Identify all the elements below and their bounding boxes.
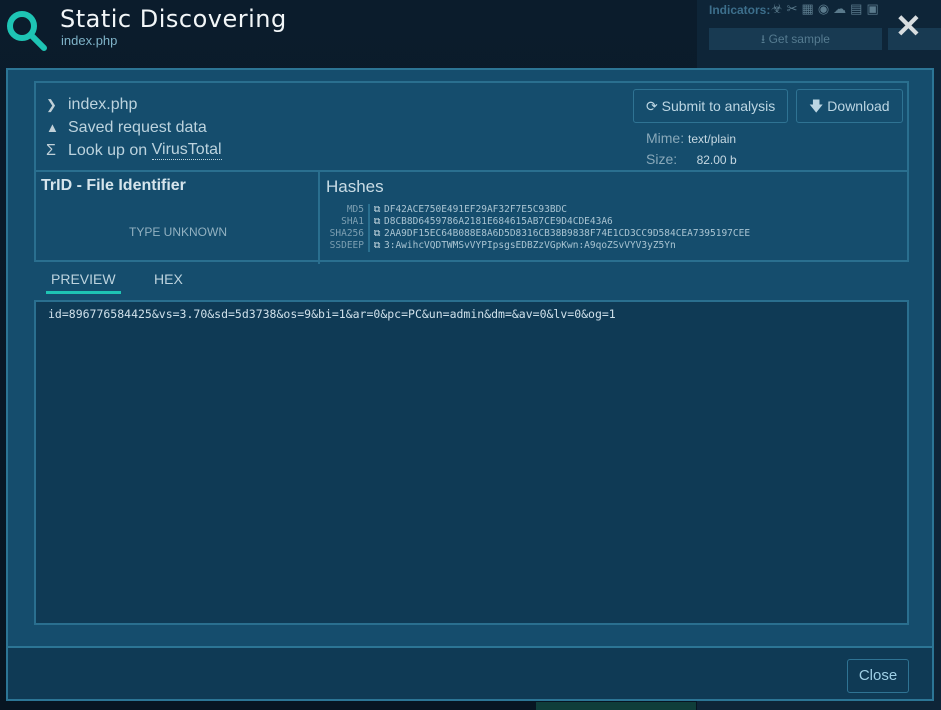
hash-row: SSDEEP ⧉ 3:AwihcVQDTWMSvVYPIpsgsEDBZzVGpKw… xyxy=(320,240,750,252)
mime-value: text/plain xyxy=(688,132,737,146)
chevron-right-icon: ❯ xyxy=(46,96,57,112)
close-icon[interactable]: ✕ xyxy=(895,10,922,42)
hash-value: D8CB8D6459786A2181E684615AB7CE9D4CDE43A6 xyxy=(384,216,613,227)
submit-label: Submit to analysis xyxy=(661,98,776,114)
download-label: Download xyxy=(827,98,890,114)
hash-value: 2AA9DF15EC64B088E8A6D5D8316CB38B9838F74E… xyxy=(384,228,751,239)
mime-label: Mime: xyxy=(646,130,685,146)
hashes-title: Hashes xyxy=(326,177,384,196)
close-button[interactable]: Close xyxy=(847,659,909,693)
trid-title: TrID - File Identifier xyxy=(41,177,186,194)
virustotal-link[interactable]: VirusTotal xyxy=(151,141,222,160)
indicator-icons: ☣✂▦◉☁▤▣ xyxy=(771,1,883,16)
file-modal: ❯ index.php ▲ Saved request data Σ Look up … xyxy=(6,68,934,701)
file-info-panel: ❯ index.php ▲ Saved request data Σ Look up … xyxy=(34,81,909,264)
hash-row: MD5 ⧉ DF42ACE750E491EF29AF32F7E5C93BDC xyxy=(320,204,750,216)
trid-section: TrID - File Identifier TYPE UNKNOWN xyxy=(36,172,320,264)
size-label: Size: xyxy=(646,151,678,167)
copy-icon[interactable]: ⧉ xyxy=(370,228,384,240)
hash-key: SHA1 xyxy=(320,216,370,228)
file-name: index.php xyxy=(68,95,138,113)
get-sample-label: Get sample xyxy=(768,32,830,46)
background-strip xyxy=(536,702,696,710)
tab-hex[interactable]: HEX xyxy=(154,271,183,287)
get-sample-button[interactable]: ⭳ Get sample xyxy=(709,28,882,50)
warning-icon: ▲ xyxy=(46,120,59,135)
lookup-row: Σ Look up on VirusTotal xyxy=(46,139,222,162)
page-subtitle: index.php xyxy=(61,33,118,48)
copy-icon[interactable]: ⧉ xyxy=(370,240,384,252)
sigma-icon: Σ xyxy=(46,141,56,159)
copy-icon[interactable]: ⧉ xyxy=(370,216,384,228)
refresh-icon: ⟳ xyxy=(646,98,658,114)
hash-key: MD5 xyxy=(320,204,370,216)
indicators-label: Indicators: xyxy=(709,3,771,17)
hash-key: SHA256 xyxy=(320,228,370,240)
download-button[interactable]: 🡇 Download xyxy=(796,89,903,123)
hash-key: SSDEEP xyxy=(320,240,370,252)
hash-value: DF42ACE750E491EF29AF32F7E5C93BDC xyxy=(384,204,568,215)
page-title: Static Discovering xyxy=(60,5,287,33)
tab-preview[interactable]: PREVIEW xyxy=(46,271,121,294)
modal-footer: Close xyxy=(8,646,932,699)
preview-content[interactable]: id=896776584425&vs=3.70&sd=5d3738&os=9&b… xyxy=(34,300,909,625)
trid-value: TYPE UNKNOWN xyxy=(128,225,227,239)
lookup-text: Look up on xyxy=(68,141,152,159)
download-icon: 🡇 xyxy=(809,98,824,114)
search-icon xyxy=(7,11,47,51)
copy-icon[interactable]: ⧉ xyxy=(370,204,384,216)
file-name-row: ❯ index.php xyxy=(46,93,222,116)
hashes-table: MD5 ⧉ DF42ACE750E491EF29AF32F7E5C93BDC SHA… xyxy=(320,204,750,252)
saved-row: ▲ Saved request data xyxy=(46,116,222,139)
size-value: 82.00 b xyxy=(696,153,737,167)
hash-row: SHA1 ⧉ D8CB8D6459786A2181E684615AB7CE9D4CD… xyxy=(320,216,750,228)
hash-value: 3:AwihcVQDTWMSvVYPIpsgsEDBZzVGpKwn:A9qoZ… xyxy=(384,240,676,251)
saved-text: Saved request data xyxy=(68,118,207,136)
submit-analysis-button[interactable]: ⟳ Submit to analysis xyxy=(633,89,789,123)
hash-row: SHA256 ⧉ 2AA9DF15EC64B088E8A6D5D8316CB38B9… xyxy=(320,228,750,240)
